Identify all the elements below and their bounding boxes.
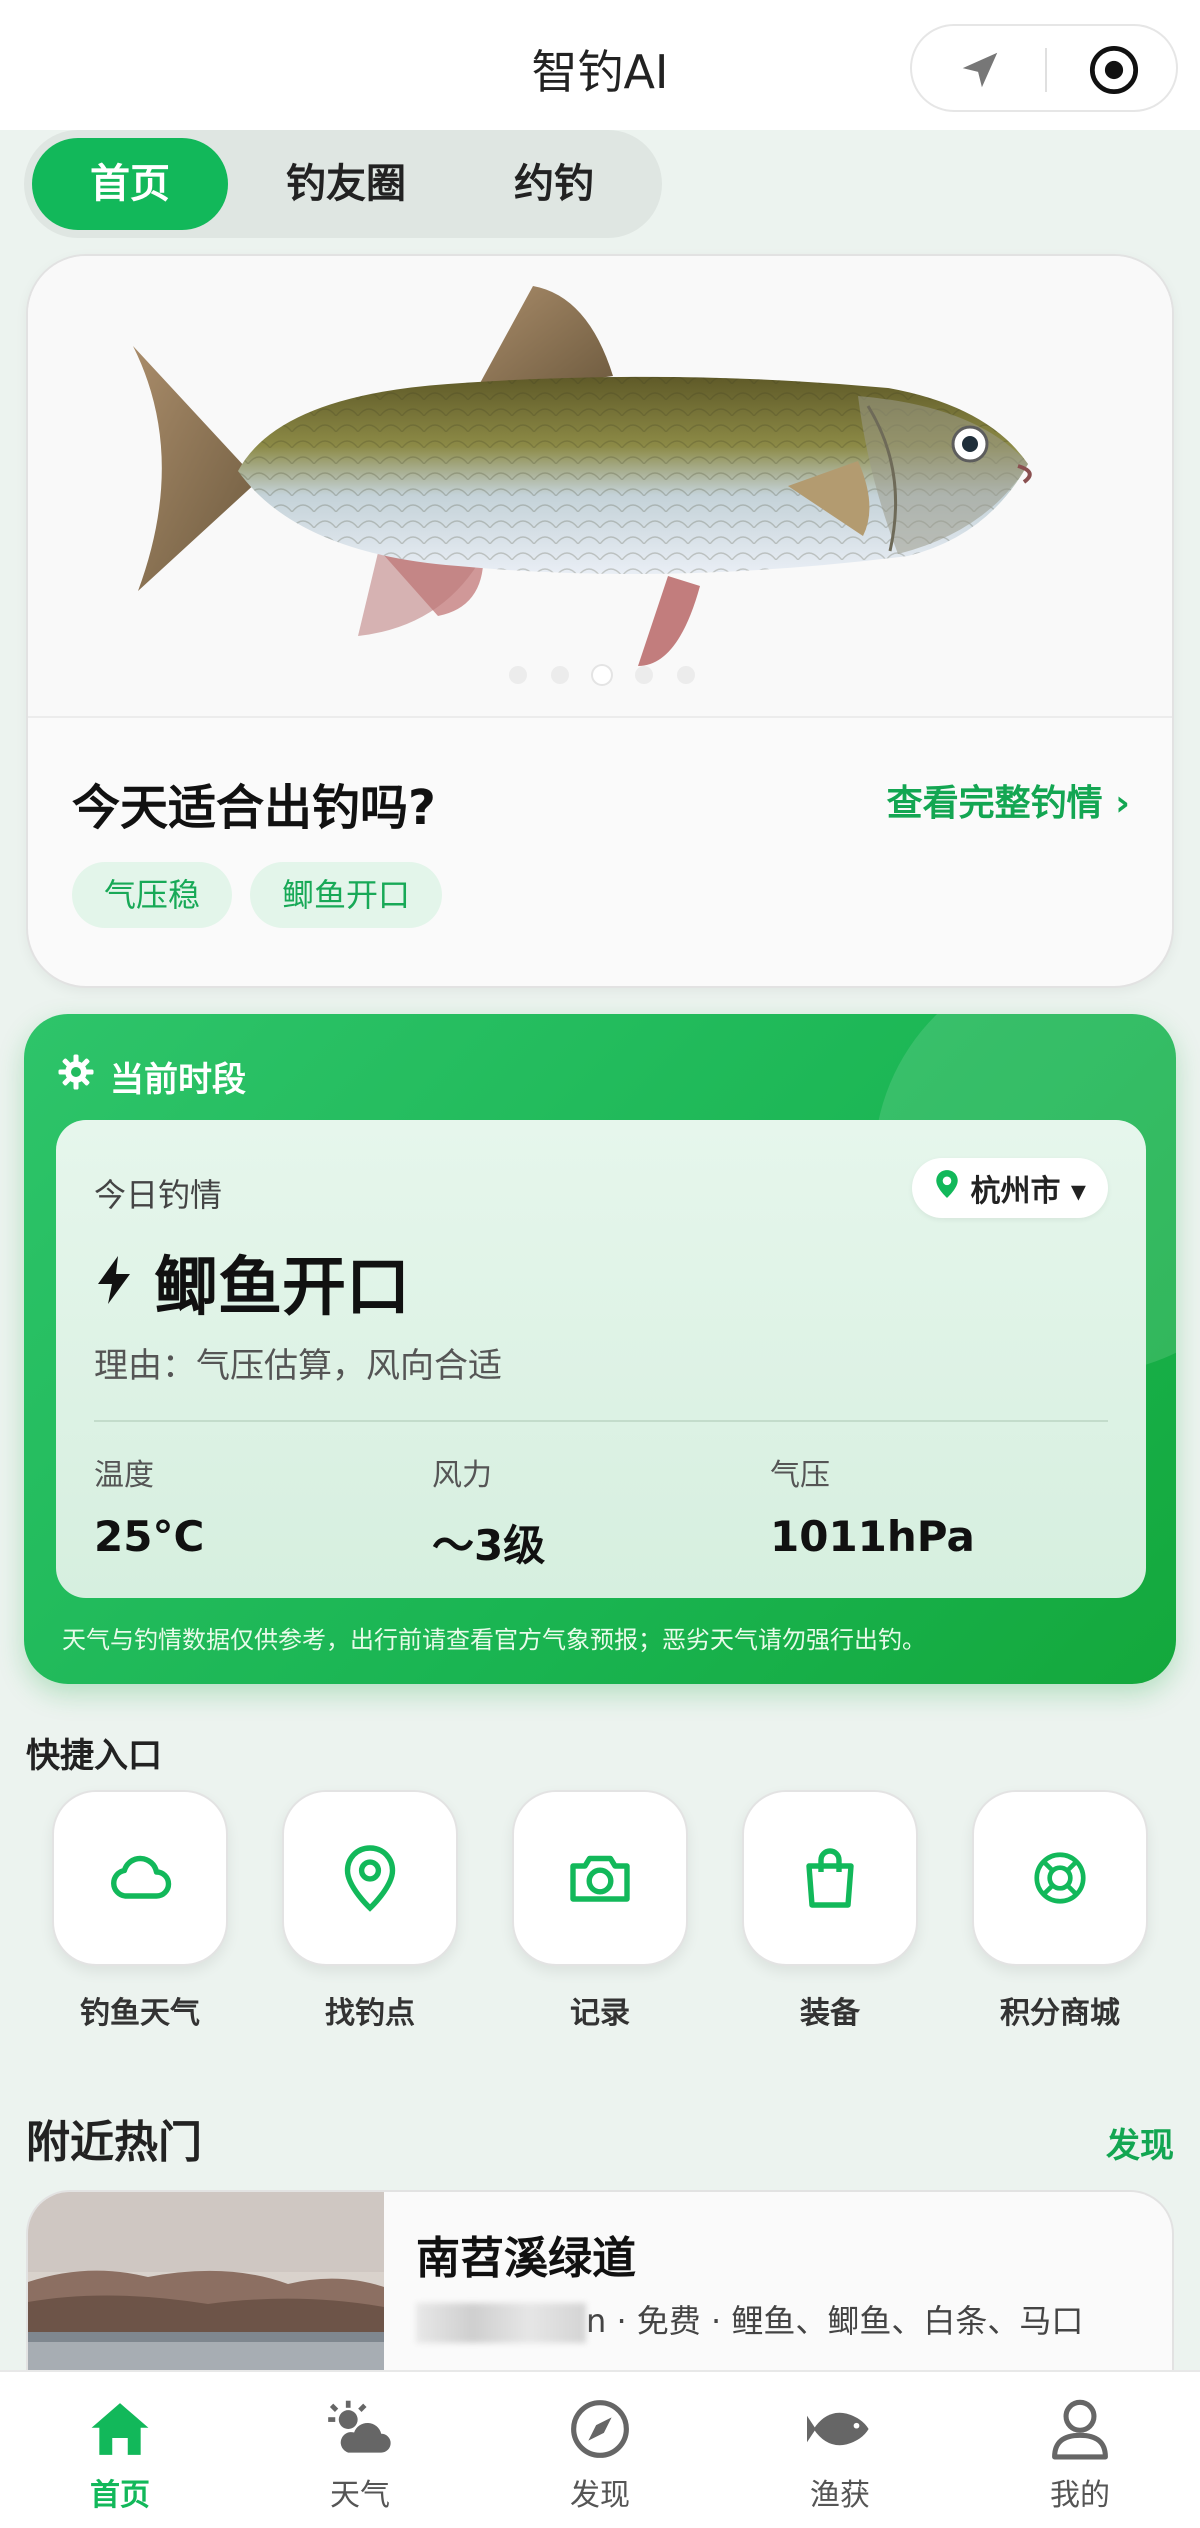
- nav-catch[interactable]: 渔获: [760, 2394, 920, 2514]
- quick-fishing-weather[interactable]: 钓鱼天气: [52, 1790, 228, 2032]
- metric-value: 1011hPa: [770, 1512, 975, 1561]
- divider: [94, 1420, 1108, 1422]
- mini-program-capsule: [910, 24, 1178, 112]
- tab-angler-circle[interactable]: 钓友圈: [246, 138, 446, 230]
- quick-entry-title: 快捷入口: [26, 1736, 162, 1776]
- current-period-card: 当前时段 今日钓情 杭州市 ▾ 鲫鱼开口 理由：气压估算，风向合适 温度 25°…: [24, 1014, 1176, 1684]
- nearby-popular-title: 附近热门: [26, 2117, 202, 2168]
- quick-label: 记录: [570, 1996, 630, 2031]
- quick-find-spot[interactable]: 找钓点: [282, 1790, 458, 2032]
- spot-tags: · 免费 · 鲤鱼、鲫鱼、白条、马口: [616, 2302, 1084, 2340]
- tab-fishing-meetup[interactable]: 约钓: [464, 138, 644, 230]
- lightning-icon: [94, 1254, 134, 1310]
- today-fishing-label: 今日钓情: [94, 1176, 223, 1214]
- chip-pressure-stable: 气压稳: [72, 862, 233, 928]
- distance-suffix: n: [586, 2302, 607, 2340]
- user-icon: [1000, 2394, 1160, 2464]
- carousel-dots: [28, 666, 1172, 684]
- metric-wind: 风力 ～3级: [432, 1450, 545, 1573]
- carousel-dot[interactable]: [509, 666, 527, 684]
- top-bar: 智钓AI: [0, 0, 1200, 130]
- blurred-distance: [416, 2303, 586, 2343]
- fishing-question: 今天适合出钓吗?: [72, 780, 436, 836]
- map-pin-icon[interactable]: [282, 1790, 458, 1966]
- status-text: 鲫鱼开口: [154, 1251, 410, 1325]
- carousel-dot[interactable]: [551, 666, 569, 684]
- compass-icon: [520, 2394, 680, 2464]
- discover-more-link[interactable]: 发现: [1106, 2118, 1174, 2167]
- quick-equipment[interactable]: 装备: [742, 1790, 918, 2032]
- spot-name: 南苕溪绿道: [416, 2233, 636, 2284]
- camera-icon[interactable]: [512, 1790, 688, 1966]
- metric-label: 气压: [770, 1458, 830, 1493]
- nav-weather[interactable]: 天气: [280, 2394, 440, 2514]
- carousel-dot[interactable]: [677, 666, 695, 684]
- quick-record[interactable]: 记录: [512, 1790, 688, 2032]
- nav-home[interactable]: 首页: [40, 2394, 200, 2514]
- today-fishing-panel: 今日钓情 杭州市 ▾ 鲫鱼开口 理由：气压估算，风向合适 温度 25°C 风力 …: [56, 1120, 1146, 1598]
- quick-label: 找钓点: [325, 1996, 415, 2031]
- period-title: 当前时段: [110, 1060, 246, 1100]
- nav-label: 我的: [1050, 2478, 1110, 2513]
- location-arrow-icon[interactable]: [950, 40, 1010, 100]
- view-full-fishing-report-link[interactable]: 查看完整钓情 ›: [887, 774, 1130, 826]
- fish-carousel-image[interactable]: [28, 256, 1172, 718]
- close-target-icon[interactable]: [1084, 40, 1144, 100]
- lifebuoy-icon[interactable]: [972, 1790, 1148, 1966]
- nav-label: 渔获: [810, 2478, 870, 2513]
- metric-value: ～3级: [432, 1521, 546, 1570]
- bottom-navigation: 首页 天气 发现 渔获 我的: [0, 2370, 1200, 2528]
- nav-mine[interactable]: 我的: [1000, 2394, 1160, 2514]
- fishing-status: 鲫鱼开口: [94, 1236, 410, 1328]
- home-icon: [40, 2394, 200, 2464]
- period-header: 当前时段: [56, 1052, 246, 1101]
- quick-label: 积分商城: [1000, 1996, 1120, 2031]
- gear-icon: [56, 1052, 96, 1101]
- nav-label: 发现: [570, 2478, 630, 2513]
- hero-card[interactable]: 今天适合出钓吗? 查看完整钓情 › 气压稳 鲫鱼开口: [26, 254, 1174, 988]
- metric-value: 25°C: [94, 1512, 205, 1561]
- quick-label: 装备: [800, 1996, 860, 2031]
- city-label: 杭州市 ▾: [970, 1174, 1086, 1209]
- location-pin-icon: [934, 1169, 960, 1207]
- tab-home[interactable]: 首页: [32, 138, 228, 230]
- status-reason: 理由：气压估算，风向合适: [94, 1346, 502, 1386]
- carousel-dot[interactable]: [635, 666, 653, 684]
- city-selector[interactable]: 杭州市 ▾: [912, 1158, 1108, 1218]
- fish-icon: [760, 2394, 920, 2464]
- nav-label: 首页: [90, 2478, 150, 2513]
- quick-points-mall[interactable]: 积分商城: [972, 1790, 1148, 2032]
- cloud-icon[interactable]: [52, 1790, 228, 1966]
- capsule-divider: [1045, 48, 1047, 92]
- weather-disclaimer: 天气与钓情数据仅供参考，出行前请查看官方气象预报；恶劣天气请勿强行出钓。: [62, 1626, 926, 1654]
- weather-icon: [280, 2394, 440, 2464]
- metric-temperature: 温度 25°C: [94, 1450, 204, 1561]
- metric-label: 风力: [432, 1458, 492, 1493]
- spot-meta: n · 免费 · 鲤鱼、鲫鱼、白条、马口: [416, 2296, 1083, 2343]
- metric-pressure: 气压 1011hPa: [770, 1450, 975, 1561]
- nav-label: 天气: [330, 2478, 390, 2513]
- nav-discover[interactable]: 发现: [520, 2394, 680, 2514]
- quick-label: 钓鱼天气: [80, 1996, 200, 2031]
- carousel-dot-active[interactable]: [593, 666, 611, 684]
- top-tabs: 首页 钓友圈 约钓: [24, 130, 662, 238]
- shopping-bag-icon[interactable]: [742, 1790, 918, 1966]
- chip-crucian-biting: 鲫鱼开口: [250, 862, 443, 928]
- metric-label: 温度: [94, 1458, 154, 1493]
